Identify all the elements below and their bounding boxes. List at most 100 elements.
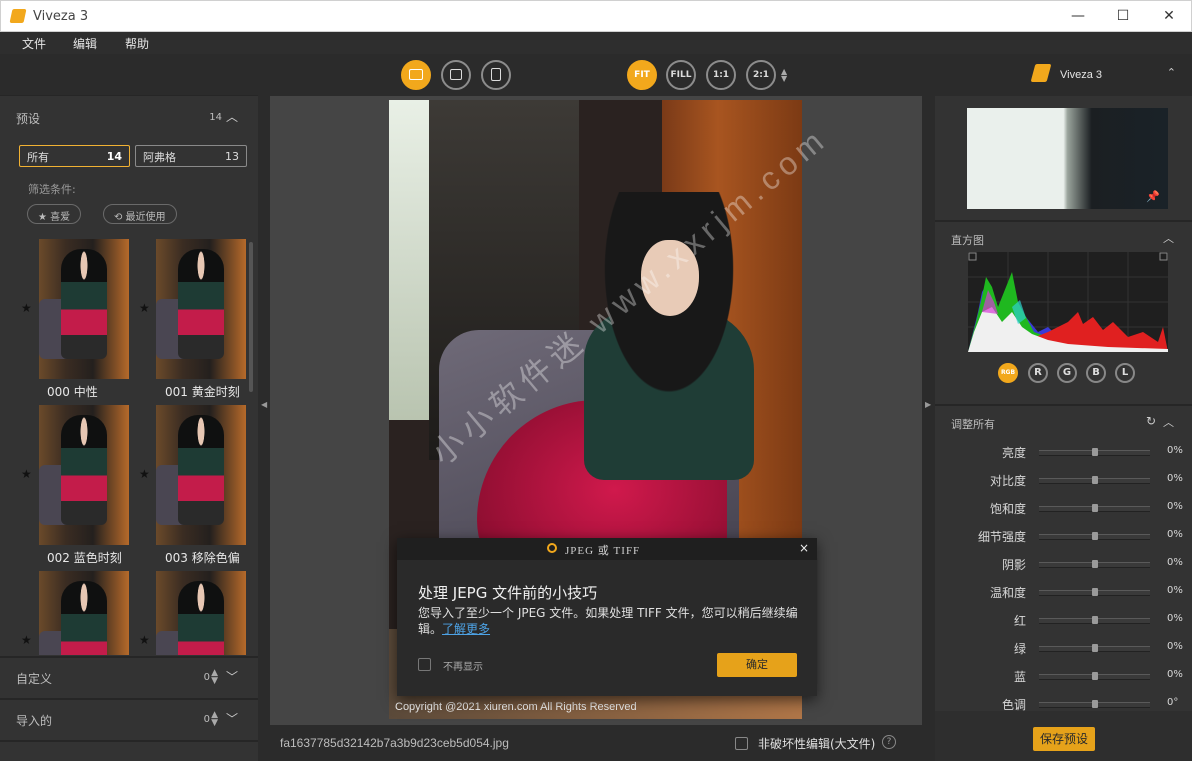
single-view-button[interactable] [401, 60, 431, 90]
slider-track[interactable] [1039, 644, 1150, 652]
dialog-close-button[interactable]: × [799, 541, 809, 555]
slider-knob[interactable] [1091, 672, 1098, 680]
channel-g-button[interactable]: G [1057, 363, 1077, 383]
star-icon[interactable]: ★ [21, 467, 32, 481]
slider-knob[interactable] [1091, 532, 1098, 540]
slider-track[interactable] [1039, 588, 1150, 596]
loupe-preview[interactable]: 📌 [967, 108, 1168, 209]
viveza-logo-icon [1030, 64, 1052, 82]
star-icon[interactable]: ★ [21, 301, 32, 315]
slider-row: 亮度 0% [935, 438, 1192, 466]
collapse-right-icon[interactable]: ▶ [925, 400, 931, 409]
filter-favorites[interactable]: ★ 喜爱 [27, 204, 82, 224]
nondestructive-checkbox[interactable] [735, 737, 748, 750]
slider-knob[interactable] [1091, 476, 1098, 484]
imported-header[interactable]: 导入的 0 ▲ ▼ ﹀ [0, 700, 258, 740]
window-title: Viveza 3 [33, 9, 89, 24]
right-panel-header: Viveza 3 ⌃ [935, 54, 1192, 96]
slider-label: 对比度 [989, 474, 1026, 488]
menu-edit[interactable]: 编辑 [73, 35, 97, 52]
split-view-icon [450, 69, 462, 80]
chevron-up-icon[interactable]: ︿ [1163, 230, 1174, 246]
slider-knob[interactable] [1091, 448, 1098, 456]
menu-file[interactable]: 文件 [22, 35, 46, 52]
preset-label: 001 黄金时刻 [165, 385, 240, 399]
adjust-all-header[interactable]: 调整所有 ↻ ︿ [935, 404, 1192, 440]
preset-thumbnail[interactable] [156, 405, 246, 545]
slider-row: 对比度 0% [935, 466, 1192, 494]
presets-header[interactable]: 预设 14 ︿ [0, 98, 258, 138]
preset-chip-all[interactable]: 所有 14 [19, 145, 130, 167]
chip-count: 14 [106, 150, 122, 163]
star-icon[interactable]: ★ [139, 633, 150, 647]
presets-scrollbar[interactable] [249, 242, 253, 392]
histogram-header[interactable]: 直方图 ︿ [935, 220, 1192, 256]
preset-chip-afg[interactable]: 阿弗格 13 [135, 145, 247, 167]
slider-track[interactable] [1039, 700, 1150, 708]
pin-icon[interactable]: 📌 [1146, 190, 1160, 203]
chevron-up-icon[interactable]: ︿ [1163, 414, 1174, 430]
slider-track[interactable] [1039, 476, 1150, 484]
slider-label: 红 [1013, 614, 1026, 628]
star-icon[interactable]: ★ [21, 633, 32, 647]
slider-label: 亮度 [1001, 446, 1026, 460]
channel-l-button[interactable]: L [1115, 363, 1135, 383]
zoom-stepper-icon[interactable]: ▲ ▼ [781, 68, 787, 83]
slider-knob[interactable] [1091, 560, 1098, 568]
preset-thumbnail[interactable] [39, 405, 129, 545]
slider-track[interactable] [1039, 560, 1150, 568]
dialog-header: JPEG 或 TIFF × [397, 538, 817, 560]
presets-count: 14 [209, 112, 222, 123]
slider-track[interactable] [1039, 672, 1150, 680]
zoom-fit-button[interactable]: FIT [627, 60, 657, 90]
custom-header[interactable]: 自定义 0 ▲ ▼ ﹀ [0, 658, 258, 698]
channel-rgb-button[interactable]: RGB [998, 363, 1018, 383]
dont-show-checkbox[interactable] [418, 658, 431, 671]
collapse-panel-icon[interactable]: ⌃ [1167, 66, 1176, 79]
slider-knob[interactable] [1091, 644, 1098, 652]
slider-track[interactable] [1039, 504, 1150, 512]
slider-knob[interactable] [1091, 616, 1098, 624]
menu-help[interactable]: 帮助 [125, 35, 149, 52]
slider-knob[interactable] [1091, 588, 1098, 596]
star-icon[interactable]: ★ [139, 467, 150, 481]
zoom-2-1-button[interactable]: 2:1 [746, 60, 776, 90]
slider-track[interactable] [1039, 616, 1150, 624]
slider-track[interactable] [1039, 532, 1150, 540]
slider-track[interactable] [1039, 448, 1150, 456]
right-collapse-gutter[interactable]: ▶ [922, 54, 935, 761]
save-preset-button[interactable]: 保存预设 [1033, 727, 1095, 751]
learn-more-link[interactable]: 了解更多 [442, 622, 490, 636]
reset-icon[interactable]: ↻ [1146, 414, 1156, 428]
maximize-button[interactable]: ☐ [1101, 5, 1145, 29]
filter-recent[interactable]: ⟲ 最近使用 [103, 204, 177, 224]
star-icon[interactable]: ★ [139, 301, 150, 315]
split-view-button[interactable] [441, 60, 471, 90]
preset-thumbnail[interactable] [156, 571, 246, 655]
sort-arrows-icon[interactable]: ▲ ▼ [211, 711, 218, 728]
slider-knob[interactable] [1091, 504, 1098, 512]
slider-knob[interactable] [1091, 700, 1098, 708]
zoom-1-1-button[interactable]: 1:1 [706, 60, 736, 90]
file-name: fa1637785d32142b7a3b9d23ceb5d054.jpg [280, 736, 509, 750]
left-collapse-gutter[interactable]: ◀ [258, 54, 270, 761]
chevron-up-icon[interactable]: ︿ [226, 108, 238, 125]
minimize-button[interactable]: — [1056, 5, 1100, 29]
close-button[interactable]: ✕ [1147, 5, 1191, 29]
zoom-fill-button[interactable]: FILL [666, 60, 696, 90]
slider-row: 阴影 0% [935, 550, 1192, 578]
channel-b-button[interactable]: B [1086, 363, 1106, 383]
sort-arrows-icon[interactable]: ▲ ▼ [211, 669, 218, 686]
view-toolbar: FIT FILL 1:1 2:1 ▲ ▼ [270, 54, 922, 96]
chevron-down-icon[interactable]: ﹀ [226, 668, 238, 685]
preset-thumbnail[interactable] [39, 239, 129, 379]
channel-r-button[interactable]: R [1028, 363, 1048, 383]
slider-value: 0% [1167, 585, 1183, 596]
collapse-left-icon[interactable]: ◀ [261, 400, 267, 409]
preset-thumbnail[interactable] [39, 571, 129, 655]
side-by-side-button[interactable] [481, 60, 511, 90]
preset-thumbnail[interactable] [156, 239, 246, 379]
help-icon[interactable]: ? [882, 735, 896, 749]
ok-button[interactable]: 确定 [717, 653, 797, 677]
chevron-down-icon[interactable]: ﹀ [226, 710, 238, 727]
